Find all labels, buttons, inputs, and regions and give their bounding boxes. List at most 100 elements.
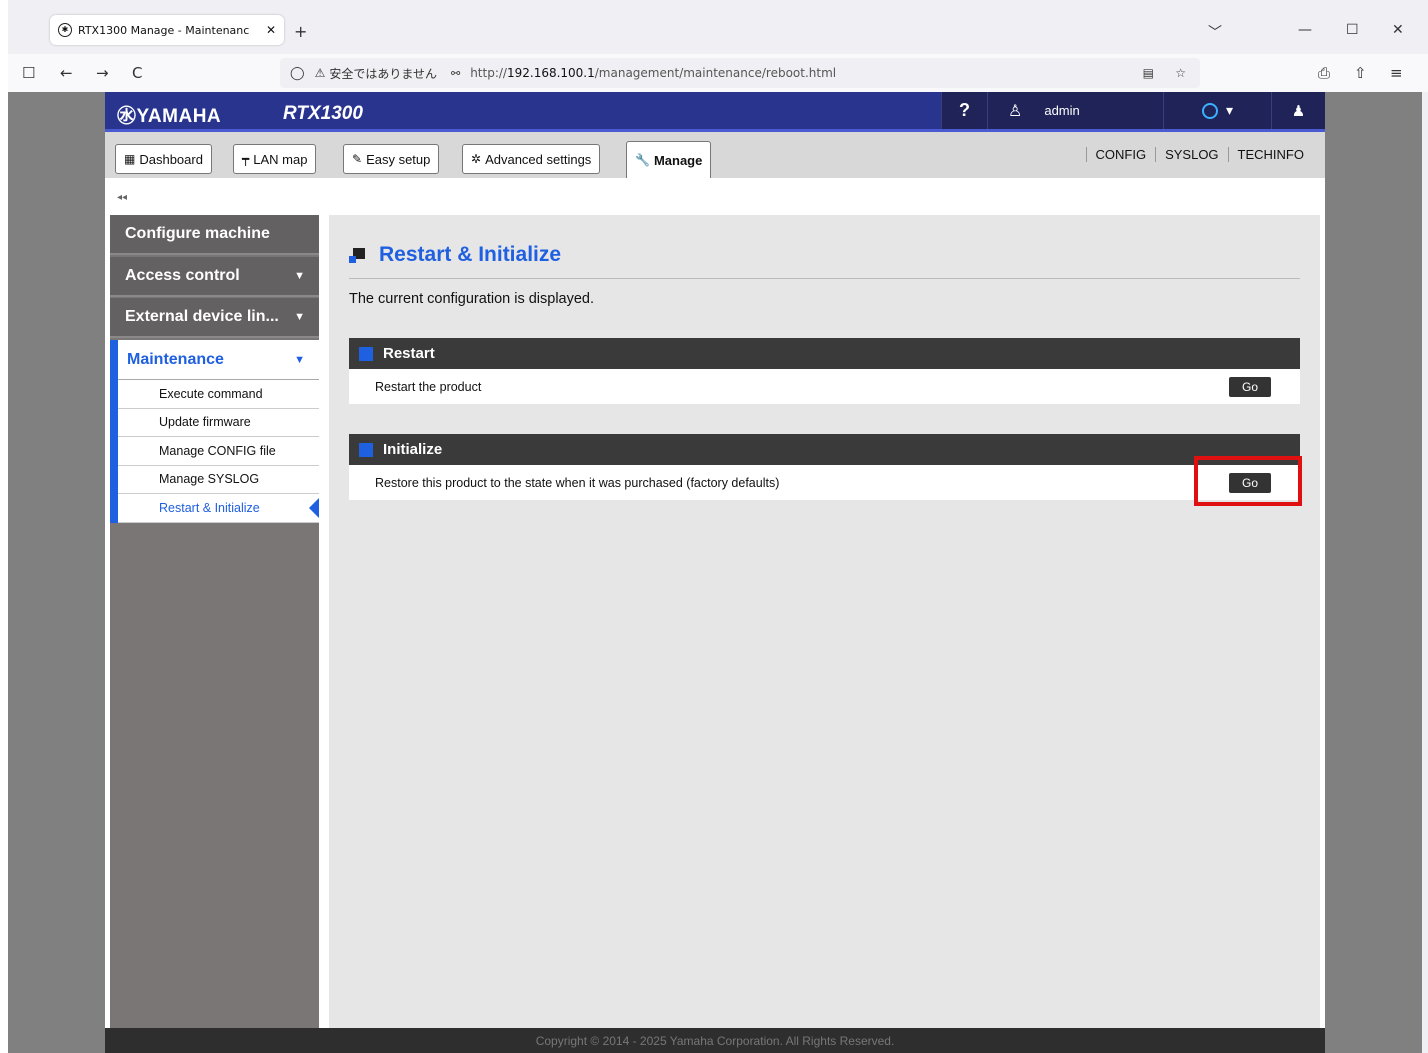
- main-content: Restart & Initialize The current configu…: [329, 215, 1320, 1028]
- title-square-icon: [349, 247, 365, 263]
- url-host: 192.168.100.1: [506, 66, 595, 80]
- easy-setup-icon: ✎: [352, 152, 363, 166]
- manage-label: Manage: [653, 152, 703, 168]
- tab-close-icon[interactable]: ✕: [266, 23, 276, 37]
- wrench-icon: 🔧: [635, 153, 650, 167]
- help-button[interactable]: ?: [941, 92, 987, 129]
- insecure-lock-icon: ⚠: [314, 66, 326, 80]
- collapse-sidebar-button[interactable]: ◂◂: [117, 192, 127, 203]
- syslog-link[interactable]: SYSLOG: [1155, 147, 1227, 162]
- initialize-row-label: Restore this product to the state when i…: [375, 475, 780, 490]
- reload-button[interactable]: C: [132, 64, 142, 82]
- page-viewport: ㊌YAMAHA RTX1300 ? ♙ admin ▾ ♟ ▦ Dashboar…: [8, 92, 1422, 1053]
- page-title: Restart & Initialize: [349, 243, 561, 267]
- top-links: CONFIG SYSLOG TECHINFO: [1085, 147, 1313, 162]
- main-toolbar: ▦ Dashboard ┯ LAN map ✎ Easy setup ✲ Adv…: [105, 132, 1325, 178]
- restart-section-header: Restart: [349, 338, 1300, 369]
- maximize-button[interactable]: ☐: [1346, 22, 1359, 38]
- sidebar-sub-manage-config[interactable]: Manage CONFIG file: [118, 437, 319, 466]
- sidebar-item-label: Configure machine: [125, 225, 270, 242]
- easy-setup-label: Easy setup: [366, 151, 431, 167]
- dashboard-button[interactable]: ▦ Dashboard: [115, 144, 212, 174]
- minimize-button[interactable]: —: [1298, 22, 1312, 38]
- extensions-icon[interactable]: ⎙: [1318, 64, 1330, 82]
- sidebar-sub-execute-command[interactable]: Execute command: [118, 380, 319, 409]
- router-app: ㊌YAMAHA RTX1300 ? ♙ admin ▾ ♟ ▦ Dashboar…: [105, 92, 1325, 1053]
- chevron-down-icon: ▼: [294, 311, 305, 323]
- reader-view-icon[interactable]: ▤: [1143, 66, 1154, 80]
- yamaha-logo[interactable]: ㊌YAMAHA: [117, 101, 221, 128]
- url-path: /management/maintenance/reboot.html: [594, 66, 837, 80]
- easy-setup-button[interactable]: ✎ Easy setup: [343, 144, 440, 174]
- shield-icon: ◯: [290, 65, 305, 81]
- page-description: The current configuration is displayed.: [349, 291, 595, 307]
- user-name: admin: [1044, 103, 1080, 118]
- sidebar-item-label: Access control: [125, 267, 240, 284]
- browser-tabbar: ✱ RTX1300 Manage - Maintenanc ✕ + ﹀ — ☐ …: [8, 8, 1428, 52]
- footer: Copyright © 2014 - 2025 Yamaha Corporati…: [105, 1028, 1325, 1053]
- back-button[interactable]: ←: [60, 64, 73, 82]
- section-title: Restart: [383, 345, 435, 362]
- sidebar-sub-manage-syslog[interactable]: Manage SYSLOG: [118, 466, 319, 494]
- sidebar-sub-restart-initialize[interactable]: Restart & Initialize: [118, 494, 319, 523]
- gear-icon: ✲: [471, 152, 482, 166]
- url-scheme: http://: [470, 66, 507, 80]
- tab-list-icon[interactable]: ﹀: [1208, 22, 1222, 42]
- sidebar: Configure machine Access control ▼ Exter…: [110, 215, 319, 1028]
- section-square-icon: [359, 346, 373, 361]
- user-menu[interactable]: ♙ admin: [987, 92, 1163, 129]
- sidebar-item-configure-machine[interactable]: Configure machine: [110, 215, 319, 255]
- sidebar-item-label: External device lin...: [125, 308, 279, 325]
- highlight-box: [1194, 456, 1302, 506]
- sidebar-item-maintenance[interactable]: Maintenance ▼: [118, 340, 319, 380]
- sidebar-item-external-device[interactable]: External device lin... ▼: [110, 298, 319, 338]
- insecure-label: 安全ではありません: [329, 66, 437, 81]
- app-menu-icon[interactable]: ≡: [1390, 64, 1403, 82]
- advanced-settings-button[interactable]: ✲ Advanced settings: [462, 144, 601, 174]
- share-icon[interactable]: ⇧: [1354, 64, 1367, 82]
- sidebar-sub-update-firmware[interactable]: Update firmware: [118, 409, 319, 437]
- dashboard-label: Dashboard: [139, 151, 203, 167]
- sidebar-item-access-control[interactable]: Access control ▼: [110, 257, 319, 297]
- new-tab-button[interactable]: +: [294, 22, 307, 41]
- status-ring-icon: [1201, 102, 1218, 119]
- section-square-icon: [359, 442, 373, 457]
- lanmap-button[interactable]: ┯ LAN map: [233, 144, 317, 174]
- lanmap-label: LAN map: [253, 151, 308, 167]
- restart-row: Restart the product Go: [349, 369, 1300, 404]
- title-divider: [349, 278, 1300, 279]
- page-title-text: Restart & Initialize: [379, 243, 562, 266]
- initialize-row: Restore this product to the state when i…: [349, 465, 1300, 500]
- chevron-down-icon: ▼: [294, 270, 305, 282]
- lanmap-icon: ┯: [242, 152, 250, 166]
- manage-tab[interactable]: 🔧 Manage: [626, 141, 712, 178]
- model-name: RTX1300: [283, 103, 363, 124]
- bell-icon: ♟: [1291, 102, 1306, 120]
- status-menu[interactable]: ▾: [1163, 92, 1271, 129]
- sidebar-group-maintenance: Maintenance ▼ Execute command Update fir…: [110, 340, 319, 523]
- notification-button[interactable]: ♟: [1271, 92, 1325, 129]
- forward-button[interactable]: →: [96, 64, 109, 82]
- help-icon: ?: [959, 100, 970, 120]
- sidebar-toggle-icon[interactable]: ☐: [22, 64, 35, 82]
- browser-navbar: ☐ ← → C ◯ ⚠ 安全ではありません ⚯ http://192.168.1…: [8, 54, 1428, 92]
- close-window-button[interactable]: ✕: [1392, 22, 1404, 38]
- address-bar[interactable]: ◯ ⚠ 安全ではありません ⚯ http://192.168.100.1/man…: [280, 58, 1200, 88]
- dashboard-icon: ▦: [124, 152, 136, 166]
- bookmark-star-icon[interactable]: ☆: [1175, 66, 1186, 80]
- yamaha-favicon-icon: ✱: [58, 23, 72, 37]
- restart-go-button[interactable]: Go: [1229, 377, 1271, 397]
- chevron-down-icon: ▼: [294, 353, 305, 366]
- permissions-icon[interactable]: ⚯: [451, 67, 460, 80]
- config-link[interactable]: CONFIG: [1085, 147, 1156, 162]
- restart-row-label: Restart the product: [375, 379, 482, 394]
- initialize-section-header: Initialize: [349, 434, 1300, 465]
- section-title: Initialize: [383, 441, 443, 458]
- chevron-down-icon: ▾: [1225, 102, 1234, 118]
- techinfo-link[interactable]: TECHINFO: [1227, 147, 1313, 162]
- window-border: [0, 0, 8, 1053]
- app-header: ㊌YAMAHA RTX1300 ? ♙ admin ▾ ♟: [105, 92, 1325, 132]
- browser-tab[interactable]: ✱ RTX1300 Manage - Maintenanc ✕: [50, 15, 284, 45]
- sidebar-item-label: Maintenance: [127, 350, 224, 368]
- tab-title: RTX1300 Manage - Maintenanc: [78, 23, 250, 37]
